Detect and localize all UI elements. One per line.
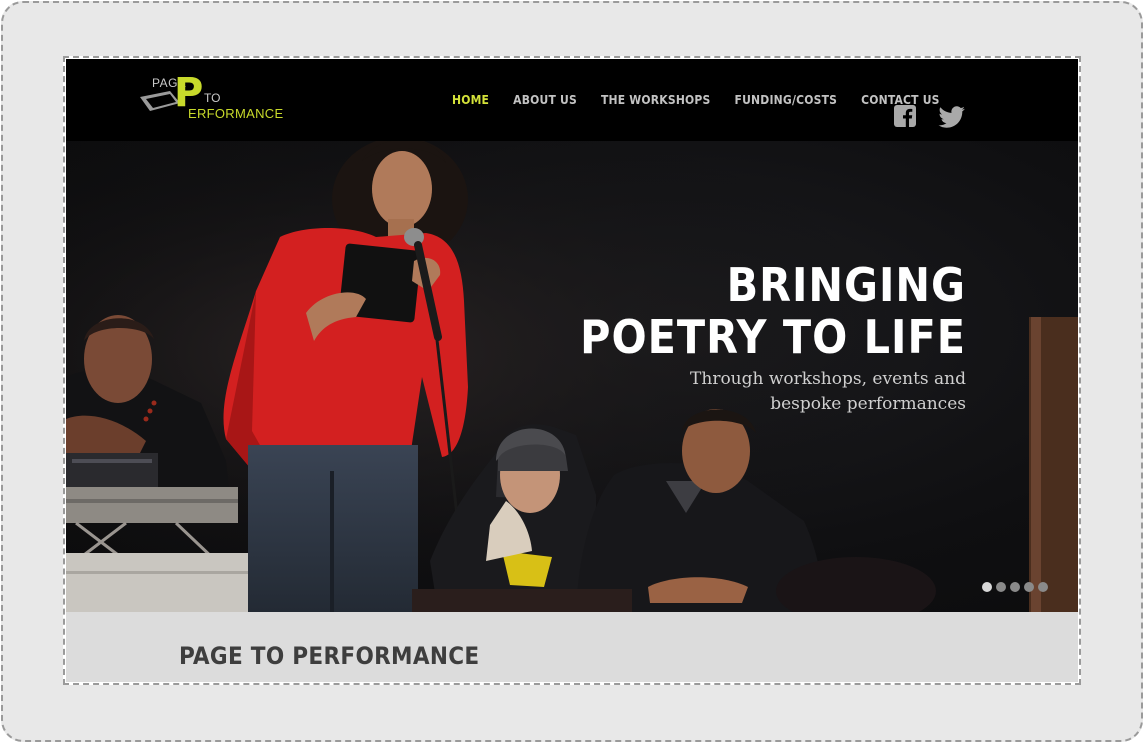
site-header: PAGE P TO ERFORMANCE HOME ABOUT US THE W… xyxy=(66,59,1078,141)
facebook-icon[interactable] xyxy=(894,105,916,127)
nav-item-funding-costs[interactable]: FUNDING/COSTS xyxy=(735,59,838,141)
slider-pagination xyxy=(982,582,1048,592)
main-nav: HOME ABOUT US THE WORKSHOPS FUNDING/COST… xyxy=(452,59,964,141)
slider-dot-2[interactable] xyxy=(996,582,1006,592)
nav-item-about-us[interactable]: ABOUT US xyxy=(513,59,577,141)
hero-title: BRINGING POETRY TO LIFE xyxy=(580,259,966,363)
logo-text-to: TO xyxy=(204,91,221,105)
hero-title-line-1: BRINGING xyxy=(726,258,966,312)
slider-dot-4[interactable] xyxy=(1024,582,1034,592)
page-viewport: PAGE P TO ERFORMANCE HOME ABOUT US THE W… xyxy=(66,59,1078,682)
site-logo[interactable]: PAGE P TO ERFORMANCE xyxy=(140,73,284,129)
hero-subtitle: Through workshops, events and bespoke pe… xyxy=(690,367,966,417)
logo-text-performance: ERFORMANCE xyxy=(188,106,284,121)
hero-slider[interactable]: BRINGING POETRY TO LIFE Through workshop… xyxy=(66,141,1078,612)
section-heading: PAGE TO PERFORMANCE xyxy=(179,642,480,670)
hero-subtitle-line-1: Through workshops, events and xyxy=(690,369,966,389)
hero-subtitle-line-2: bespoke performances xyxy=(770,394,966,414)
nav-item-contact-us[interactable]: CONTACT US xyxy=(861,59,940,141)
slider-dot-1[interactable] xyxy=(982,582,992,592)
slider-dot-3[interactable] xyxy=(1010,582,1020,592)
nav-item-the-workshops[interactable]: THE WORKSHOPS xyxy=(601,59,711,141)
slider-dot-5[interactable] xyxy=(1038,582,1048,592)
twitter-icon[interactable] xyxy=(937,106,967,128)
nav-item-home[interactable]: HOME xyxy=(452,59,489,141)
intro-section: PAGE TO PERFORMANCE xyxy=(66,612,1078,682)
hero-title-line-2: POETRY TO LIFE xyxy=(580,310,966,364)
